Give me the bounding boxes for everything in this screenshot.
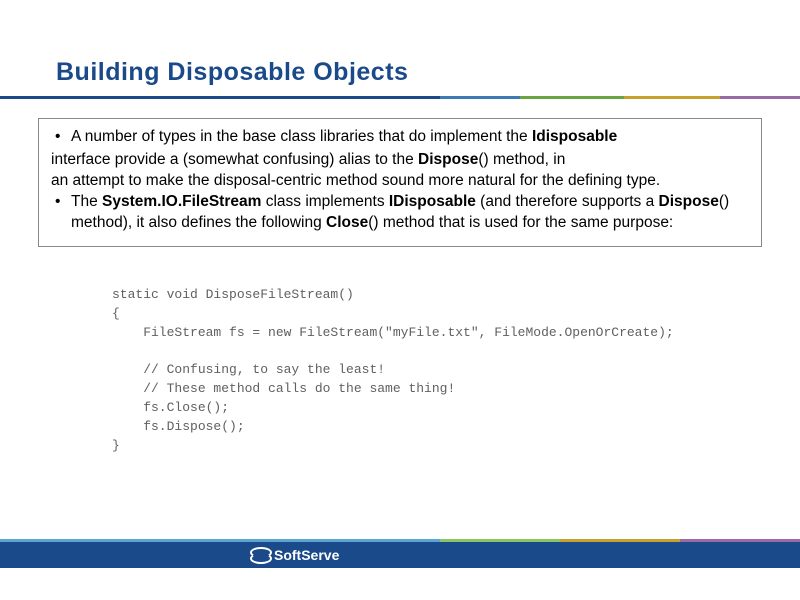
text: interface provide a (somewhat confusing)… <box>51 151 418 168</box>
content-box: A number of types in the base class libr… <box>38 118 762 247</box>
slide-title: Building Disposable Objects <box>56 58 408 87</box>
continuation-line: an attempt to make the disposal-centric … <box>51 171 749 192</box>
text-bold: Close <box>326 214 368 231</box>
text: class implements <box>261 193 388 210</box>
text: A number of types in the base class libr… <box>71 128 532 145</box>
text: () method that is used for the same purp… <box>368 214 673 231</box>
text: () method, in <box>478 151 565 168</box>
text-bold: System.IO.FileStream <box>102 193 261 210</box>
text: (and therefore supports a <box>476 193 659 210</box>
continuation-line: interface provide a (somewhat confusing)… <box>51 150 749 171</box>
text-bold: IDisposable <box>389 193 476 210</box>
text-bold: Dispose <box>659 193 719 210</box>
code-snippet: static void DisposeFileStream() { FileSt… <box>112 286 702 456</box>
bullet-1: A number of types in the base class libr… <box>51 127 749 148</box>
brand-logo: SoftServe <box>250 547 339 563</box>
text: The <box>71 193 102 210</box>
text-bold: Idisposable <box>532 128 617 145</box>
slide: Building Disposable Objects A number of … <box>0 0 800 600</box>
bullet-2: The System.IO.FileStream class implement… <box>51 192 749 234</box>
text-bold: Dispose <box>418 151 478 168</box>
softserve-icon <box>250 547 270 563</box>
footer-bar: SoftServe <box>0 542 800 568</box>
brand-name: SoftServe <box>274 547 339 563</box>
title-divider <box>0 96 800 99</box>
